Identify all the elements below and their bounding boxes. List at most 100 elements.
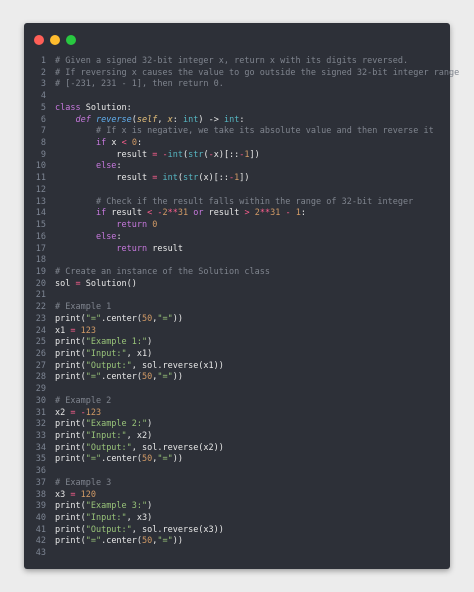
code-token: 50 <box>142 536 153 547</box>
line-text: else: <box>55 161 122 171</box>
code-line: 4 <box>32 91 444 103</box>
code-line: 3 # [-231, 231 - 1], then return 0. <box>32 79 444 91</box>
line-number: 26 <box>35 348 46 359</box>
code-token: : <box>172 114 184 125</box>
code-token: # If reversing x causes the value to go … <box>55 67 460 78</box>
line-number: 16 <box>35 231 46 242</box>
code-line: 21 <box>32 290 444 302</box>
code-token: class <box>55 102 81 113</box>
line-number: 6 <box>40 114 46 125</box>
code-line: 38 x3 = 120 <box>32 490 444 502</box>
line-text: print("Input:", x3) <box>55 513 152 523</box>
line-number: 36 <box>35 466 46 477</box>
line-text: print("=".center(50,"=")) <box>55 372 183 382</box>
code-token: self <box>136 114 158 125</box>
maximize-button[interactable] <box>66 35 76 45</box>
code-line: 43 <box>32 548 444 560</box>
code-line: 10 else: <box>32 161 444 173</box>
line-text: class Solution: <box>55 103 132 113</box>
code-token: def <box>75 114 91 125</box>
code-token: # Example 1 <box>55 302 112 313</box>
code-token: sol <box>55 278 76 289</box>
code-line: 20 sol = Solution() <box>32 279 444 291</box>
code-line: 42 print("=".center(50,"=")) <box>32 536 444 548</box>
code-token: ) <box>147 419 153 430</box>
code-token: )) <box>172 313 184 324</box>
line-text: if x < 0: <box>55 138 142 148</box>
code-token: print( <box>55 313 86 324</box>
code-token: : <box>300 208 306 219</box>
code-token: print( <box>55 431 86 441</box>
code-line: 24 x1 = 123 <box>32 326 444 338</box>
line-number: 2 <box>40 67 46 78</box>
code-token: 0 <box>152 220 158 231</box>
line-text: print("Example 3:") <box>55 501 152 511</box>
code-line: 22 # Example 1 <box>32 302 444 314</box>
code-line: 17 return result <box>32 244 444 256</box>
code-token: 123 <box>80 325 96 336</box>
code-token: else <box>95 231 117 242</box>
line-text: print("Input:", x1) <box>55 349 152 359</box>
code-token: print( <box>55 536 86 547</box>
line-number: 8 <box>40 138 46 149</box>
code-token: )) <box>172 536 184 547</box>
line-number: 40 <box>35 513 46 524</box>
code-token: )) <box>172 454 184 465</box>
code-line: 35 print("=".center(50,"=")) <box>32 454 444 466</box>
line-text: print("Example 1:") <box>55 337 152 347</box>
code-token: ) <box>147 501 153 512</box>
code-token: .center( <box>101 454 143 465</box>
line-text: print("Example 2:") <box>55 419 152 429</box>
line-text: # [-231, 231 - 1], then return 0. <box>55 79 224 89</box>
code-token: , sol.reverse(x3)) <box>131 524 224 535</box>
line-number: 13 <box>35 196 46 207</box>
code-token: : <box>239 114 245 125</box>
line-text: # Create an instance of the Solution cla… <box>55 267 270 277</box>
code-token: result <box>106 208 148 219</box>
code-token: int <box>167 149 183 160</box>
line-number: 5 <box>40 102 46 113</box>
code-token: "Input:" <box>85 348 127 359</box>
code-token: (x)[:: <box>198 173 230 184</box>
code-line: 37 # Example 3 <box>32 478 444 490</box>
code-token: "=" <box>157 454 173 465</box>
code-line: 12 <box>32 185 444 197</box>
code-token: ** <box>167 208 178 219</box>
code-token: "=" <box>157 372 173 383</box>
line-text: result = -int(str(-x)[::-1]) <box>55 149 259 160</box>
code-token: print( <box>55 524 86 535</box>
code-token: "Input:" <box>85 431 127 441</box>
code-line: 6 def reverse(self, x: int) -> int: <box>32 115 444 127</box>
line-number: 24 <box>35 325 46 336</box>
line-number: 25 <box>35 337 46 348</box>
line-text: # Example 1 <box>55 302 111 312</box>
line-text: # Example 2 <box>55 396 111 406</box>
code-token: if <box>95 138 107 149</box>
code-line: 1 # Given a signed 32-bit integer x, retu… <box>32 56 444 68</box>
code-line: 19 # Create an instance of the Solution c… <box>32 267 444 279</box>
code-token: x2 <box>55 407 71 418</box>
code-token: ** <box>259 208 271 219</box>
code-line: 32 print("Example 2:") <box>32 419 444 431</box>
code-line: 13 # Check if the result falls within th… <box>32 197 444 209</box>
line-text: print("=".center(50,"=")) <box>55 314 183 324</box>
code-token: : <box>116 161 122 172</box>
close-button[interactable] <box>34 35 44 45</box>
line-text: x3 = 120 <box>55 490 96 500</box>
code-line: 41 print("Output:", sol.reverse(x3)) <box>32 525 444 537</box>
code-line: 14 if result < -2**31 or result > 2**31 … <box>32 208 444 220</box>
code-token: return <box>116 220 148 231</box>
code-line: 27 print("Output:", sol.reverse(x1)) <box>32 361 444 373</box>
line-number: 10 <box>35 161 46 172</box>
code-token: "Input:" <box>85 513 127 524</box>
code-editor[interactable]: 1 # Given a signed 32-bit integer x, retu… <box>32 56 460 560</box>
line-text: # If reversing x causes the value to go … <box>55 68 459 78</box>
code-token: Solution: <box>80 102 132 113</box>
line-number: 19 <box>35 266 46 277</box>
line-number: 35 <box>35 454 46 465</box>
minimize-button[interactable] <box>50 35 60 45</box>
